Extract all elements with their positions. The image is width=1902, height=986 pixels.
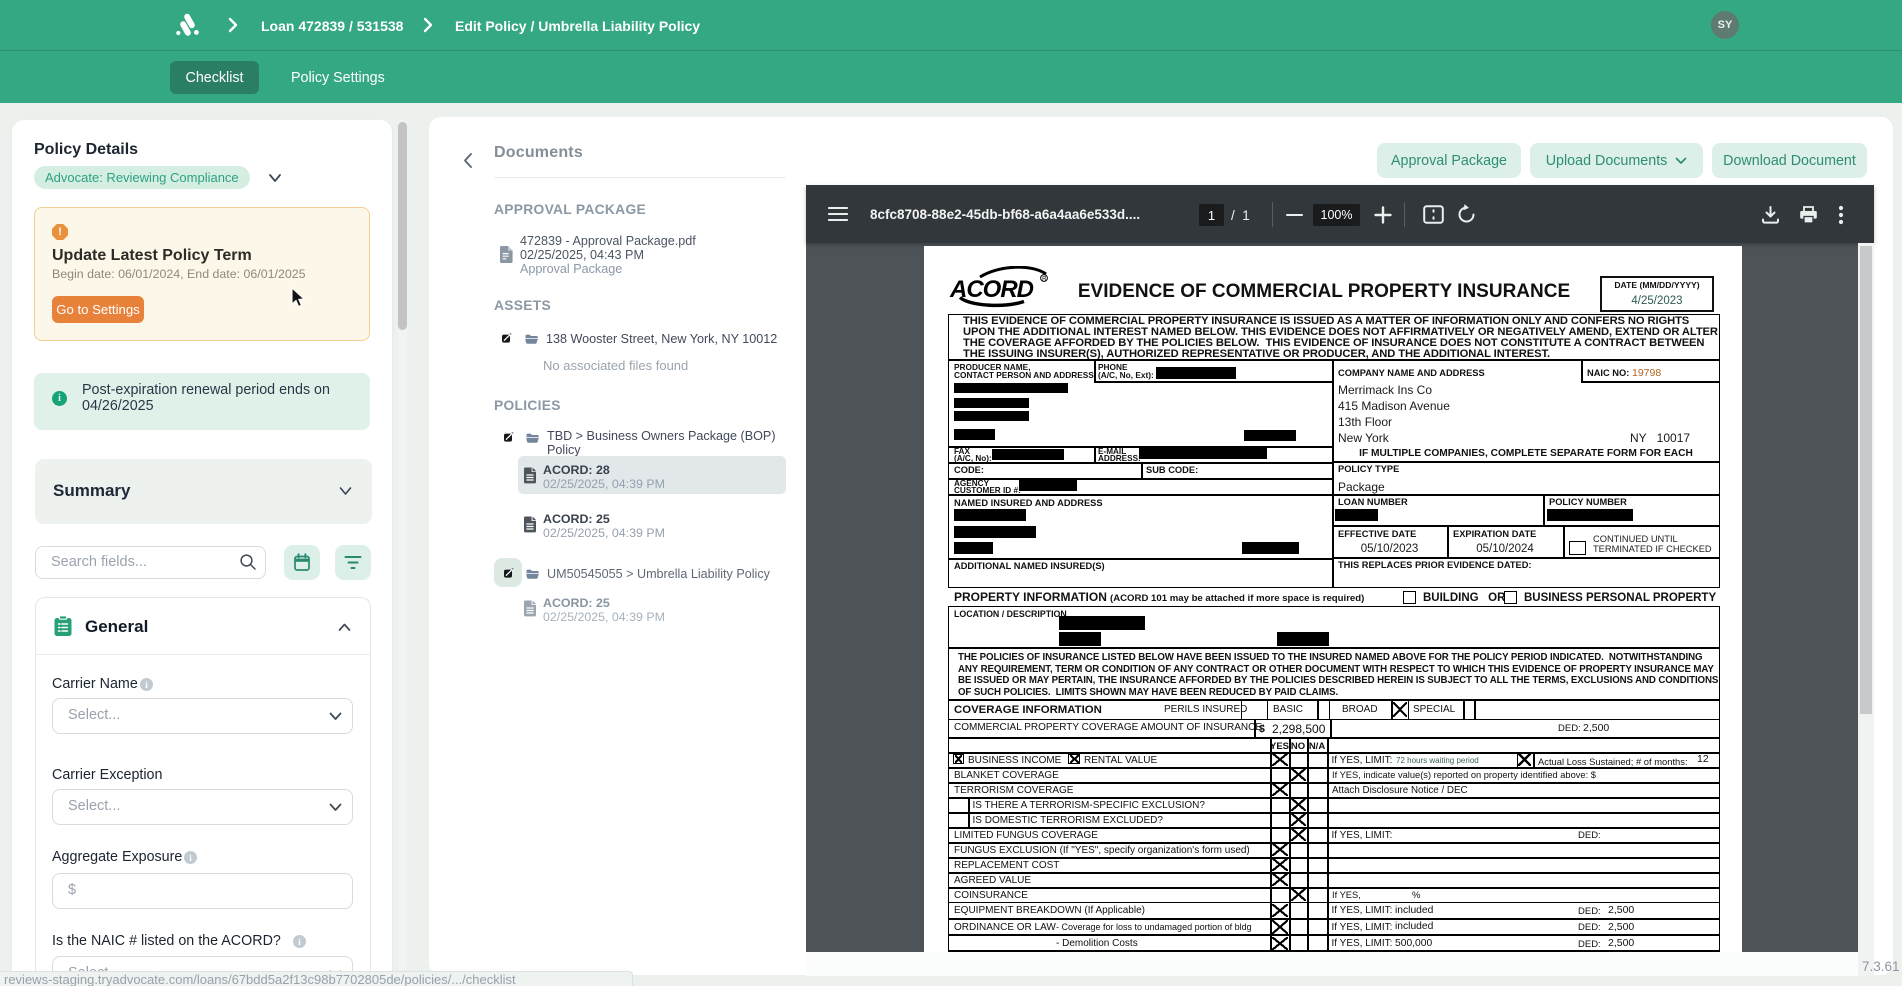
svg-text:ACORD: ACORD <box>949 276 1034 303</box>
svg-text:R: R <box>1042 276 1047 282</box>
